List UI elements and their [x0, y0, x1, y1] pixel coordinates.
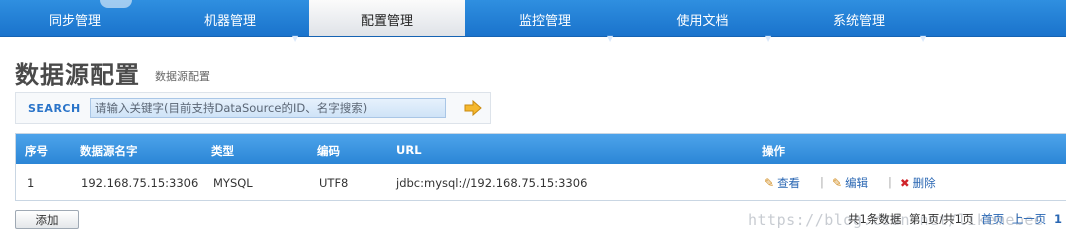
nav-item-label: 使用文档 [676, 14, 729, 29]
nav-item-label: 配置管理 [360, 14, 413, 29]
column-header-seq: 序号 [25, 144, 48, 158]
chevron-down-icon: ▼ [920, 34, 927, 43]
edit-link[interactable]: ✎ 编辑 [832, 175, 868, 191]
nav-item-label: 同步管理 [48, 14, 101, 29]
search-label: SEARCH [28, 102, 81, 115]
cell-type: MYSQL [213, 176, 253, 190]
pagination: 共1条数据 第1页/共1页 首页 上一页 1 [848, 211, 1066, 227]
pager-summary: 共1条数据 [848, 212, 902, 226]
edit-label: 编辑 [845, 176, 869, 190]
delete-x-icon: ✖ [900, 176, 910, 190]
table-row: 1 192.168.75.15:3306 MYSQL UTF8 jdbc:mys… [16, 165, 1066, 201]
view-link[interactable]: ✎ 查看 [764, 175, 800, 191]
pencil-icon: ✎ [832, 176, 843, 190]
search-bar: SEARCH [15, 92, 491, 124]
nav-item-docs[interactable]: 使用文档 ▼ [625, 0, 780, 43]
pager-current[interactable]: 1 [1054, 212, 1062, 226]
add-button[interactable]: 添加 [15, 210, 79, 229]
delete-link[interactable]: ✖ 删除 [900, 175, 936, 191]
pager-pages: 第1页/共1页 [908, 212, 974, 226]
nav-item-system[interactable]: 系统管理 ▼ [780, 0, 938, 43]
cell-encoding: UTF8 [319, 176, 349, 190]
search-input[interactable] [90, 98, 446, 118]
cell-seq: 1 [27, 176, 35, 190]
pencil-icon: ✎ [764, 176, 775, 190]
nav-item-machine[interactable]: 机器管理 ▼ [155, 0, 305, 43]
column-header-type: 类型 [211, 144, 234, 158]
chevron-down-icon: ▼ [607, 34, 614, 43]
chevron-down-icon: ▼ [765, 34, 772, 43]
column-header-encoding: 编码 [317, 144, 340, 158]
nav-item-monitor[interactable]: 监控管理 ▼ [465, 0, 625, 43]
cell-name: 192.168.75.15:3306 [81, 176, 199, 190]
view-label: 查看 [777, 176, 801, 190]
column-header-actions: 操作 [762, 144, 785, 158]
column-header-name: 数据源名字 [80, 144, 138, 158]
datasource-table: 序号 数据源名字 类型 编码 URL 操作 1 192.168.75.15:33… [15, 133, 1066, 201]
nav-item-sync[interactable]: 同步管理 [0, 0, 150, 36]
arrow-right-icon[interactable] [463, 99, 483, 117]
pager-prev[interactable]: 上一页 [1012, 212, 1047, 226]
nav-item-config[interactable]: 配置管理 [309, 0, 465, 36]
column-header-url: URL [396, 143, 422, 157]
nav-item-label: 监控管理 [518, 14, 571, 29]
nav-item-label: 系统管理 [832, 14, 885, 29]
nav-item-label: 机器管理 [203, 14, 256, 29]
action-separator: | [888, 175, 892, 189]
chevron-down-icon: ▼ [292, 34, 299, 43]
action-separator: | [820, 175, 824, 189]
top-navigation: 同步管理 机器管理 ▼ 配置管理 监控管理 ▼ 使用文档 ▼ 系统管理 ▼ [0, 0, 1066, 43]
breadcrumb: 数据源配置 [155, 70, 210, 83]
delete-label: 删除 [912, 176, 936, 190]
pager-first[interactable]: 首页 [981, 212, 1004, 226]
cell-url: jdbc:mysql://192.168.75.15:3306 [396, 176, 588, 190]
table-header: 序号 数据源名字 类型 编码 URL 操作 [16, 134, 1066, 164]
page-title: 数据源配置 [15, 61, 140, 89]
